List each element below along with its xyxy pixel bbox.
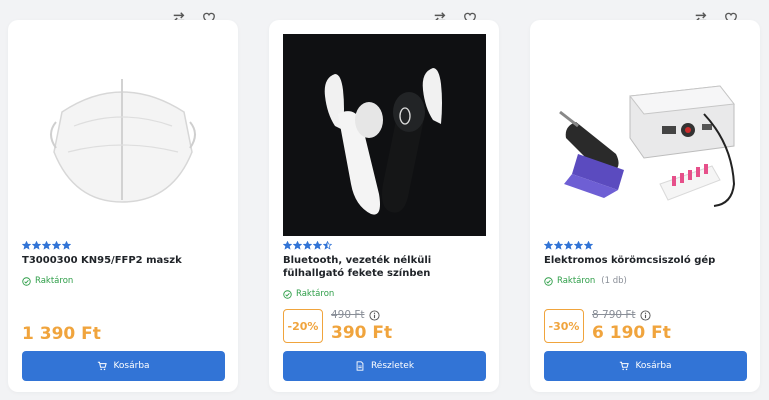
- star-filled-icon: [564, 241, 573, 250]
- product-title[interactable]: Elektromos körömcsiszoló gép: [544, 254, 749, 267]
- product-card: T3000300 KN95/FFP2 maszk Raktáron 1 390 …: [8, 20, 238, 392]
- button-label: Részletek: [370, 361, 415, 371]
- star-filled-icon: [42, 241, 51, 250]
- star-filled-icon: [22, 241, 31, 250]
- stock-label: Raktáron: [557, 276, 596, 286]
- info-icon[interactable]: [640, 309, 651, 321]
- product-card: Elektromos körömcsiszoló gép Raktáron (1…: [530, 20, 760, 392]
- star-filled-icon: [584, 241, 593, 250]
- stock-status: Raktáron: [283, 289, 334, 299]
- rating-stars: [22, 241, 71, 250]
- stock-status: Raktáron: [22, 276, 73, 286]
- product-title[interactable]: Bluetooth, vezeték nélküli fülhallgató f…: [283, 254, 488, 280]
- cart-icon: [98, 361, 108, 371]
- old-price-value: 490 Ft: [331, 309, 365, 321]
- stock-label: Raktáron: [35, 276, 74, 286]
- old-price: 8 790 Ft: [592, 309, 651, 321]
- price: 390 Ft: [331, 323, 393, 343]
- button-label: Kosárba: [635, 361, 672, 371]
- cart-icon: [620, 361, 630, 371]
- product-image-nail-drill[interactable]: [544, 34, 747, 236]
- star-half-icon: [323, 241, 332, 250]
- stock-status: Raktáron (1 db): [544, 276, 627, 286]
- star-filled-icon: [313, 241, 322, 250]
- star-filled-icon: [293, 241, 302, 250]
- check-circle-icon: [22, 276, 31, 286]
- check-circle-icon: [544, 276, 553, 286]
- stock-quantity: (1 db): [601, 276, 627, 286]
- details-button[interactable]: Részletek: [283, 351, 486, 381]
- star-filled-icon: [574, 241, 583, 250]
- star-filled-icon: [554, 241, 563, 250]
- product-image-headset[interactable]: [283, 34, 486, 236]
- discount-badge: -20%: [283, 309, 323, 343]
- add-to-cart-button[interactable]: Kosárba: [544, 351, 747, 381]
- price: 1 390 Ft: [22, 324, 101, 344]
- info-icon[interactable]: [369, 309, 380, 321]
- star-filled-icon: [544, 241, 553, 250]
- discount-badge: -30%: [544, 309, 584, 343]
- rating-stars: [544, 241, 593, 250]
- star-filled-icon: [52, 241, 61, 250]
- product-title[interactable]: T3000300 KN95/FFP2 maszk: [22, 254, 227, 267]
- old-price-value: 8 790 Ft: [592, 309, 636, 321]
- product-image-mask[interactable]: [22, 34, 225, 236]
- stock-label: Raktáron: [296, 289, 335, 299]
- star-filled-icon: [283, 241, 292, 250]
- rating-stars: [283, 241, 332, 250]
- add-to-cart-button[interactable]: Kosárba: [22, 351, 225, 381]
- price: 6 190 Ft: [592, 323, 671, 343]
- product-card: Bluetooth, vezeték nélküli fülhallgató f…: [269, 20, 499, 392]
- document-icon: [356, 361, 364, 371]
- star-filled-icon: [62, 241, 71, 250]
- button-label: Kosárba: [113, 361, 150, 371]
- check-circle-icon: [283, 289, 292, 299]
- old-price: 490 Ft: [331, 309, 380, 321]
- star-filled-icon: [32, 241, 41, 250]
- star-filled-icon: [303, 241, 312, 250]
